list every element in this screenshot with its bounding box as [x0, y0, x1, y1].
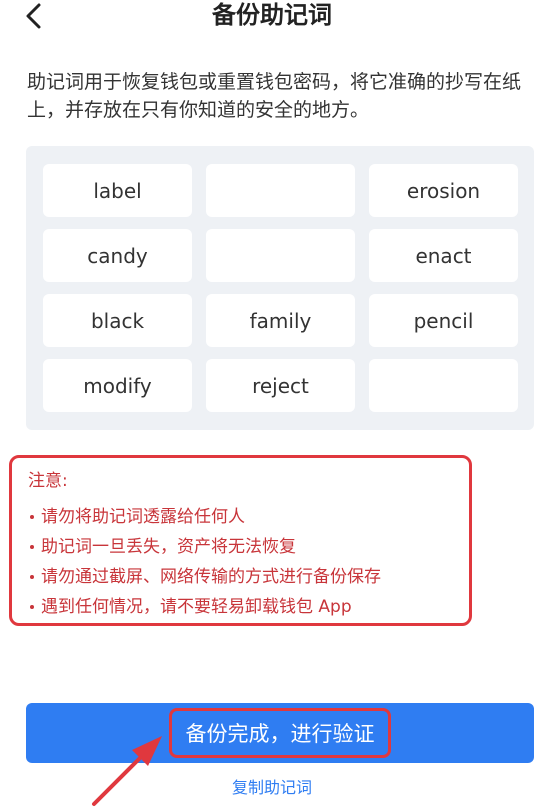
notice-item-text: 助记词一旦丢失，资产将无法恢复 [41, 537, 296, 557]
mnemonic-word: pencil [369, 294, 518, 347]
bullet-icon [30, 605, 34, 609]
mnemonic-word: family [206, 294, 355, 347]
mnemonic-word [369, 359, 518, 412]
notice-title: 注意: [28, 471, 68, 491]
notice-item: 请勿将助记词透露给任何人 [28, 502, 469, 532]
notice-item: 助记词一旦丢失，资产将无法恢复 [28, 532, 469, 562]
mnemonic-word: black [43, 294, 192, 347]
notice-item-text: 遇到任何情况，请不要轻易卸载钱包 App [41, 597, 352, 617]
mnemonic-word: erosion [369, 164, 518, 217]
warning-notice: 注意: 请勿将助记词透露给任何人 助记词一旦丢失，资产将无法恢复 请勿通过截屏、… [9, 455, 472, 626]
mnemonic-word: reject [206, 359, 355, 412]
copy-mnemonic-link[interactable]: 复制助记词 [0, 776, 544, 800]
bullet-icon [30, 515, 34, 519]
nav-bar: 备份助记词 [0, 0, 544, 34]
notice-item-text: 请勿通过截屏、网络传输的方式进行备份保存 [41, 567, 381, 587]
backup-description: 助记词用于恢复钱包或重置钱包密码，将它准确的抄写在纸上，并存放在只有你知道的安全… [27, 71, 522, 121]
mnemonic-word: enact [369, 229, 518, 282]
mnemonic-word: modify [43, 359, 192, 412]
notice-item-text: 请勿将助记词透露给任何人 [41, 507, 245, 527]
notice-item: 遇到任何情况，请不要轻易卸载钱包 App [28, 592, 469, 622]
bullet-icon [30, 545, 34, 549]
bullet-icon [30, 575, 34, 579]
mnemonic-word [206, 164, 355, 217]
mnemonic-word [206, 229, 355, 282]
mnemonic-word-grid: label erosion candy enact black family p… [26, 146, 534, 430]
mnemonic-word: label [43, 164, 192, 217]
notice-item: 请勿通过截屏、网络传输的方式进行备份保存 [28, 562, 469, 592]
page-title: 备份助记词 [212, 1, 332, 29]
backup-complete-label: 备份完成，进行验证 [169, 708, 391, 758]
mnemonic-word: candy [43, 229, 192, 282]
